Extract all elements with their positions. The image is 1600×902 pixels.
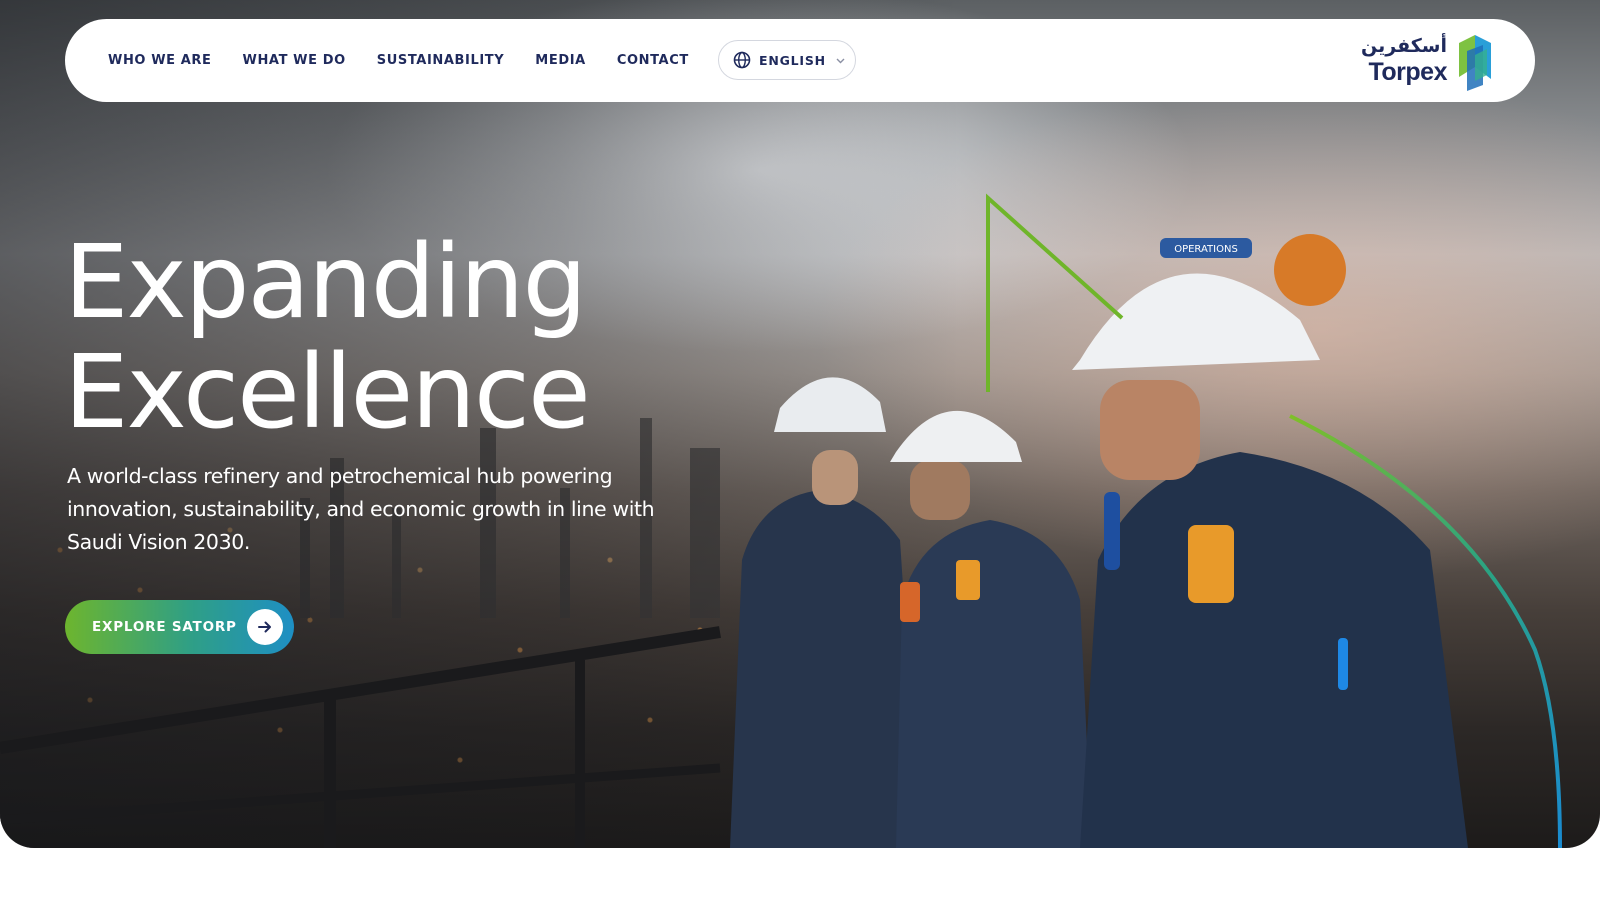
logo-arabic-wordmark: أسكفرين bbox=[1361, 35, 1447, 57]
brand-logo[interactable]: أسكفرين Torpex bbox=[1349, 27, 1499, 93]
globe-icon bbox=[733, 51, 751, 69]
logo-wordmark: Torpex bbox=[1368, 58, 1448, 86]
workers-photo: OPERATIONS bbox=[730, 234, 1468, 848]
cta-label: EXPLORE SATORP bbox=[92, 619, 237, 635]
nav-link-contact[interactable]: CONTACT bbox=[617, 53, 689, 68]
nav-link-what-we-do[interactable]: WHAT WE DO bbox=[243, 53, 346, 68]
hero-headline: Expanding Excellence bbox=[64, 223, 591, 452]
chevron-down-icon bbox=[835, 55, 846, 66]
nav-link-sustainability[interactable]: SUSTAINABILITY bbox=[377, 53, 505, 68]
hero-headline-line-1: Expanding bbox=[64, 223, 587, 342]
helmet-label: OPERATIONS bbox=[1174, 244, 1238, 255]
arrow-right-icon bbox=[247, 609, 283, 645]
language-label: ENGLISH bbox=[759, 52, 826, 68]
nav-link-media[interactable]: MEDIA bbox=[535, 53, 586, 68]
top-navigation: WHO WE ARE WHAT WE DO SUSTAINABILITY MED… bbox=[65, 19, 1535, 102]
explore-satorp-button[interactable]: EXPLORE SATORP bbox=[65, 600, 294, 654]
language-selector[interactable]: ENGLISH bbox=[718, 40, 856, 80]
hero-description: A world-class refinery and petrochemical… bbox=[67, 464, 655, 554]
nav-links: WHO WE ARE WHAT WE DO SUSTAINABILITY MED… bbox=[108, 19, 689, 102]
logo-mark-icon bbox=[1459, 35, 1491, 91]
nav-link-who-we-are[interactable]: WHO WE ARE bbox=[108, 53, 212, 68]
hero-headline-line-2: Excellence bbox=[64, 333, 591, 452]
